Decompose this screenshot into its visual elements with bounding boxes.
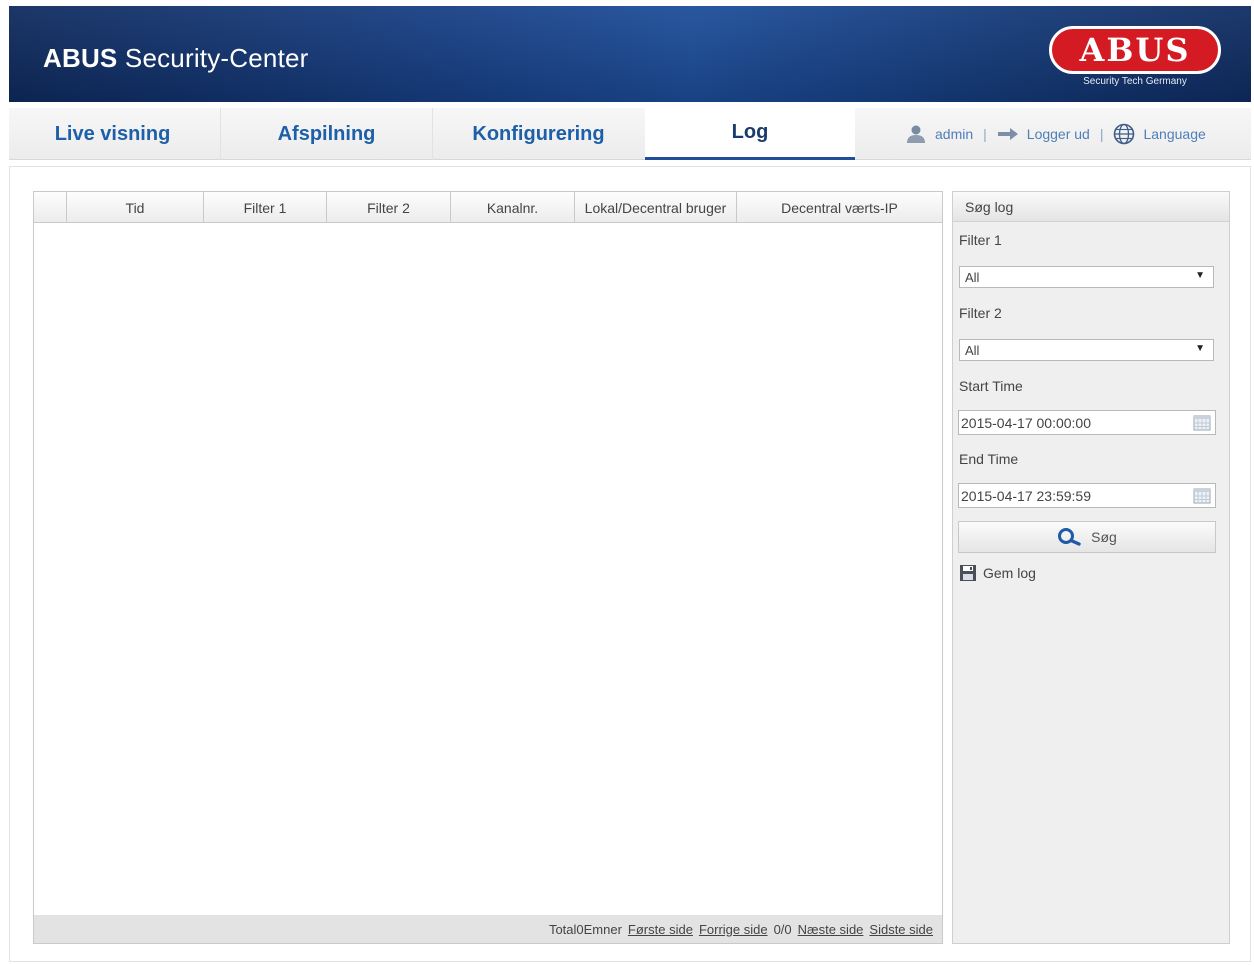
logout-link[interactable]: Logger ud [997,126,1090,142]
table-header: Tid Filter 1 Filter 2 Kanalnr. Lokal/Dec… [34,192,942,223]
search-log-panel: Søg log Filter 1 All ▼ Filter 2 All ▼ St… [952,191,1230,944]
page-indicator: 0/0 [773,921,792,937]
tab-configuration[interactable]: Konfigurering [432,108,644,160]
logout-label: Logger ud [1026,126,1090,142]
column-header-filter1[interactable]: Filter 1 [204,192,327,223]
logout-icon [997,128,1018,140]
end-time-label: End Time [959,451,1019,467]
start-time-label: Start Time [959,378,1023,394]
save-log-label: Gem log [983,565,1036,581]
filter2-value: All [965,342,980,358]
language-label: Language [1143,126,1206,142]
logo-oval: ABUS [1049,26,1221,74]
start-time-value: 2015-04-17 00:00:00 [961,414,1091,431]
log-table: Tid Filter 1 Filter 2 Kanalnr. Lokal/Dec… [33,191,943,944]
tab-playback[interactable]: Afspilning [220,108,432,160]
table-pagination: Total0Emner Første side Forrige side 0/0… [34,915,942,943]
language-link[interactable]: Language [1113,123,1206,145]
column-header-select [34,192,67,223]
globe-icon [1114,123,1135,145]
first-page-link[interactable]: Første side [628,922,693,937]
logo-text: ABUS [1079,31,1191,69]
logo-tagline: Security Tech Germany [1083,76,1187,87]
app-title: ABUS Security-Center [43,43,309,73]
user-icon [907,125,925,143]
end-time-input[interactable]: 2015-04-17 23:59:59 [958,483,1216,508]
total-items: Total0Emner [548,921,622,937]
calendar-icon[interactable] [1193,415,1211,431]
main-nav: Live visning Afspilning Konfigurering Lo… [9,108,1251,160]
next-page-link[interactable]: Næste side [798,922,864,937]
column-header-filter2[interactable]: Filter 2 [327,192,451,223]
separator: | [983,126,987,142]
tab-live-view[interactable]: Live visning [9,108,220,160]
end-time-value: 2015-04-17 23:59:59 [961,487,1091,504]
filter1-label: Filter 1 [959,232,1002,248]
separator: | [1099,126,1104,142]
filter1-value: All [965,269,980,285]
floppy-disk-icon [960,565,976,581]
header-banner: ABUS Security-Center ABUS Security Tech … [9,6,1251,102]
filter2-label: Filter 2 [959,305,1002,321]
column-header-time[interactable]: Tid [67,192,204,223]
abus-logo: ABUS Security Tech Germany [1049,26,1221,90]
prev-page-link[interactable]: Forrige side [699,922,768,937]
save-log-button[interactable]: Gem log [959,564,1036,582]
column-header-user[interactable]: Lokal/Decentral bruger [575,192,737,223]
user-area: admin | Logger ud | Language [905,108,1206,160]
last-page-link[interactable]: Sidste side [869,922,933,937]
panel-title: Søg log [953,192,1229,222]
column-header-channel[interactable]: Kanalnr. [451,192,575,223]
start-time-input[interactable]: 2015-04-17 00:00:00 [958,410,1216,435]
user-name: admin [935,126,974,142]
column-header-remote-ip[interactable]: Decentral værts-IP [737,192,942,223]
user-link[interactable]: admin [905,124,973,144]
search-button-label: Søg [1091,529,1117,545]
content-area: Tid Filter 1 Filter 2 Kanalnr. Lokal/Dec… [9,166,1251,962]
search-button[interactable]: Søg [958,521,1216,553]
dropdown-arrow-icon: ▼ [1195,343,1205,354]
filter1-select[interactable]: All ▼ [959,266,1214,288]
filter2-select[interactable]: All ▼ [959,339,1214,361]
calendar-icon[interactable] [1193,488,1211,504]
tab-log[interactable]: Log [645,108,855,160]
search-icon [1058,528,1081,546]
dropdown-arrow-icon: ▼ [1195,270,1205,281]
